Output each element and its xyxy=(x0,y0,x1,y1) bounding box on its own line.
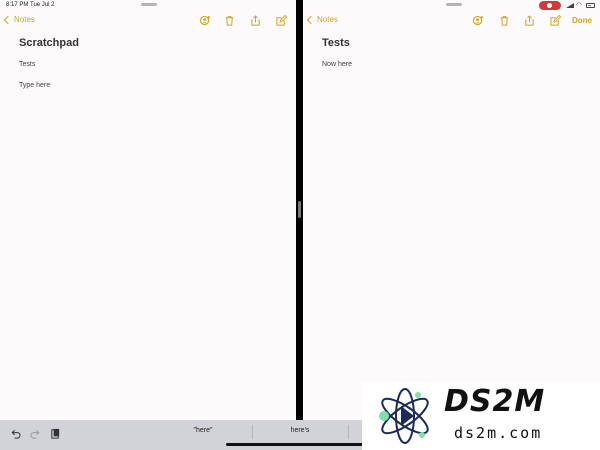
back-label: Notes xyxy=(317,15,338,24)
status-time: 8:17 PM xyxy=(6,2,29,8)
share-icon[interactable] xyxy=(250,15,261,26)
home-indicator xyxy=(226,443,376,446)
screen-record-icon[interactable] xyxy=(539,1,561,10)
add-people-icon[interactable] xyxy=(200,15,211,26)
status-bar: 8:17 PM Tue Jul 2 ◠ xyxy=(0,0,600,11)
back-to-notes-button[interactable]: Notes xyxy=(3,15,35,24)
left-note-pane[interactable]: Notes Scratchpad Tests Type here xyxy=(0,0,296,420)
wifi-icon: ◠ xyxy=(576,2,583,9)
chevron-left-icon xyxy=(3,15,13,24)
atom-logo-icon xyxy=(379,388,429,444)
right-navbar: Notes Done xyxy=(303,12,600,32)
suggestion-item[interactable]: here's xyxy=(255,427,345,434)
trash-icon[interactable] xyxy=(224,15,235,26)
chevron-left-icon xyxy=(306,15,316,24)
watermark-domain: ds2m.com xyxy=(454,424,543,442)
battery-icon xyxy=(586,3,595,8)
back-to-notes-button[interactable]: Notes xyxy=(306,15,338,24)
redo-icon[interactable] xyxy=(30,428,41,439)
back-label: Notes xyxy=(14,15,35,24)
split-view-divider[interactable] xyxy=(296,0,303,420)
suggestion-separator xyxy=(252,425,253,439)
right-note-pane[interactable]: Notes Done Tests Now here xyxy=(303,0,600,420)
signal-icon xyxy=(566,3,574,8)
left-navbar: Notes xyxy=(0,12,296,32)
note-line[interactable]: Tests xyxy=(19,61,35,68)
paste-icon[interactable] xyxy=(50,428,61,439)
note-line[interactable]: Now here xyxy=(322,61,352,68)
note-title[interactable]: Scratchpad xyxy=(19,37,79,49)
compose-icon[interactable] xyxy=(550,15,561,26)
note-line[interactable]: Type here xyxy=(19,82,50,89)
trash-icon[interactable] xyxy=(499,15,510,26)
compose-icon[interactable] xyxy=(276,15,287,26)
status-date: Tue Jul 2 xyxy=(30,2,55,8)
suggestion-item[interactable]: "here" xyxy=(158,427,248,434)
undo-icon[interactable] xyxy=(10,428,21,439)
done-button[interactable]: Done xyxy=(572,16,592,25)
watermark-brand: DS2M xyxy=(444,384,546,419)
add-people-icon[interactable] xyxy=(473,15,484,26)
share-icon[interactable] xyxy=(524,15,535,26)
suggestion-separator xyxy=(348,425,349,439)
note-title[interactable]: Tests xyxy=(322,37,350,49)
divider-handle[interactable] xyxy=(298,201,301,218)
watermark: DS2M ds2m.com xyxy=(362,382,600,450)
